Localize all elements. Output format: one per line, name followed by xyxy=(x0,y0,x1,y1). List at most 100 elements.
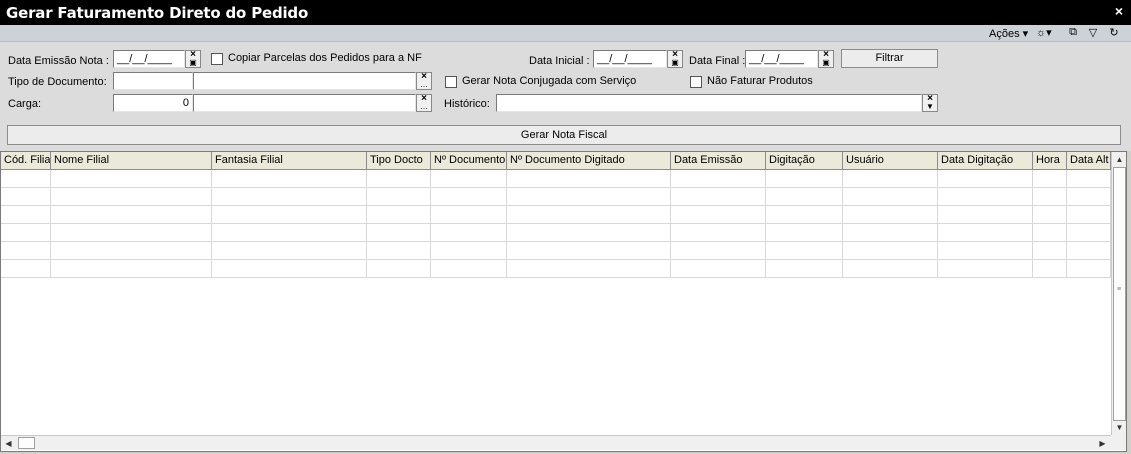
table-cell[interactable] xyxy=(671,224,766,241)
table-cell[interactable] xyxy=(51,170,212,187)
data-inicial-clear-button[interactable]: × ▣ xyxy=(667,50,683,68)
table-row[interactable] xyxy=(1,242,1111,260)
filtrar-button[interactable]: Filtrar xyxy=(841,49,938,68)
table-cell[interactable] xyxy=(51,188,212,205)
table-cell[interactable] xyxy=(1033,188,1067,205)
table-cell[interactable] xyxy=(843,206,938,223)
table-row[interactable] xyxy=(1,188,1111,206)
column-header[interactable]: Data Emissão xyxy=(671,152,766,170)
table-cell[interactable] xyxy=(431,188,507,205)
table-cell[interactable] xyxy=(507,260,671,277)
table-cell[interactable] xyxy=(938,188,1033,205)
column-header[interactable]: Nº Documento Digitado xyxy=(507,152,671,170)
table-cell[interactable] xyxy=(671,170,766,187)
tipo-documento-desc-input[interactable] xyxy=(193,72,416,90)
tipo-documento-lookup-button[interactable]: ×… xyxy=(416,72,432,90)
table-cell[interactable] xyxy=(1067,260,1111,277)
gerar-nota-fiscal-button[interactable]: Gerar Nota Fiscal xyxy=(7,125,1121,145)
table-cell[interactable] xyxy=(766,188,843,205)
gerar-conjugada-checkbox[interactable] xyxy=(445,76,457,88)
column-header[interactable]: Hora xyxy=(1033,152,1067,170)
horizontal-scrollbar[interactable]: ◀ ▶ xyxy=(1,435,1111,450)
table-cell[interactable] xyxy=(431,224,507,241)
table-cell[interactable] xyxy=(1033,224,1067,241)
table-cell[interactable] xyxy=(843,260,938,277)
table-cell[interactable] xyxy=(1,188,51,205)
table-cell[interactable] xyxy=(938,260,1033,277)
vertical-scrollbar[interactable]: ▲ ≡ ▼ xyxy=(1111,152,1126,435)
table-cell[interactable] xyxy=(507,206,671,223)
table-cell[interactable] xyxy=(51,260,212,277)
table-cell[interactable] xyxy=(367,224,431,241)
historico-dropdown-button[interactable]: × ▼ xyxy=(922,94,938,112)
table-cell[interactable] xyxy=(507,188,671,205)
table-cell[interactable] xyxy=(431,170,507,187)
data-inicial-input[interactable]: __/__/____ xyxy=(593,50,667,68)
table-cell[interactable] xyxy=(1033,206,1067,223)
column-header[interactable]: Data Alt xyxy=(1067,152,1111,170)
table-cell[interactable] xyxy=(1,206,51,223)
column-header[interactable]: Nome Filial xyxy=(51,152,212,170)
table-row[interactable] xyxy=(1,206,1111,224)
table-cell[interactable] xyxy=(938,242,1033,259)
column-header[interactable]: Tipo Docto xyxy=(367,152,431,170)
table-cell[interactable] xyxy=(212,188,367,205)
table-cell[interactable] xyxy=(1067,170,1111,187)
table-cell[interactable] xyxy=(938,170,1033,187)
historico-input[interactable] xyxy=(496,94,922,112)
data-emissao-input[interactable]: __/__/____ xyxy=(113,50,185,68)
table-cell[interactable] xyxy=(1,242,51,259)
table-cell[interactable] xyxy=(671,242,766,259)
table-cell[interactable] xyxy=(367,242,431,259)
table-cell[interactable] xyxy=(1,260,51,277)
table-cell[interactable] xyxy=(938,224,1033,241)
table-cell[interactable] xyxy=(671,188,766,205)
table-cell[interactable] xyxy=(367,260,431,277)
column-header[interactable]: Fantasia Filial xyxy=(212,152,367,170)
table-cell[interactable] xyxy=(51,206,212,223)
data-emissao-clear-button[interactable]: × ▣ xyxy=(185,50,201,68)
table-cell[interactable] xyxy=(431,206,507,223)
scroll-right-icon[interactable]: ▶ xyxy=(1095,436,1110,451)
acoes-menu[interactable]: Ações ▾ xyxy=(989,27,1028,40)
table-cell[interactable] xyxy=(843,224,938,241)
column-header[interactable]: Nº Documento xyxy=(431,152,507,170)
column-header[interactable]: Data Digitação xyxy=(938,152,1033,170)
table-cell[interactable] xyxy=(766,224,843,241)
table-cell[interactable] xyxy=(1033,260,1067,277)
data-final-input[interactable]: __/__/____ xyxy=(745,50,818,68)
table-row[interactable] xyxy=(1,170,1111,188)
table-cell[interactable] xyxy=(843,188,938,205)
table-cell[interactable] xyxy=(766,242,843,259)
table-cell[interactable] xyxy=(212,260,367,277)
table-cell[interactable] xyxy=(212,206,367,223)
table-cell[interactable] xyxy=(431,260,507,277)
table-cell[interactable] xyxy=(51,242,212,259)
data-final-clear-button[interactable]: × ▣ xyxy=(818,50,834,68)
table-cell[interactable] xyxy=(1067,206,1111,223)
tipo-documento-code-input[interactable] xyxy=(113,72,193,90)
table-cell[interactable] xyxy=(843,242,938,259)
refresh-icon[interactable]: ↻ xyxy=(1107,26,1121,39)
table-cell[interactable] xyxy=(766,260,843,277)
table-cell[interactable] xyxy=(51,224,212,241)
gear-dropdown-icon[interactable]: ☼▾ xyxy=(1036,26,1052,39)
column-header[interactable]: Usuário xyxy=(843,152,938,170)
table-row[interactable] xyxy=(1,224,1111,242)
carga-desc-input[interactable] xyxy=(193,94,416,112)
scroll-thumb[interactable]: ≡ xyxy=(1113,167,1126,421)
table-cell[interactable] xyxy=(766,170,843,187)
close-icon[interactable]: × xyxy=(1115,3,1123,19)
scroll-down-icon[interactable]: ▼ xyxy=(1112,420,1127,435)
table-cell[interactable] xyxy=(1067,188,1111,205)
scroll-left-icon[interactable]: ◀ xyxy=(1,436,16,451)
table-cell[interactable] xyxy=(671,206,766,223)
table-cell[interactable] xyxy=(1067,242,1111,259)
table-cell[interactable] xyxy=(1,170,51,187)
table-cell[interactable] xyxy=(507,170,671,187)
nao-faturar-checkbox[interactable] xyxy=(690,76,702,88)
column-header[interactable]: Digitação xyxy=(766,152,843,170)
table-cell[interactable] xyxy=(671,260,766,277)
scroll-up-icon[interactable]: ▲ xyxy=(1112,152,1127,167)
filter-icon[interactable]: ▽ xyxy=(1086,26,1100,39)
